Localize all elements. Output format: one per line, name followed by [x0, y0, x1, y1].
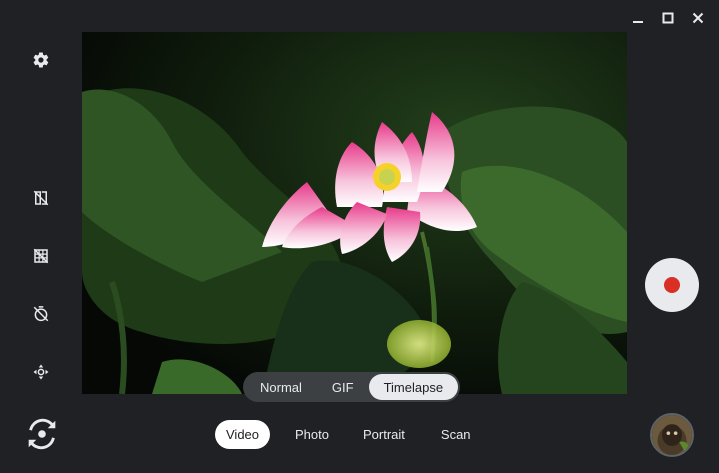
maximize-button[interactable]: [653, 8, 683, 28]
window-controls: [623, 8, 713, 28]
timer-button[interactable]: [31, 304, 51, 324]
switch-camera-icon: [28, 418, 56, 450]
settings-icon: [33, 52, 49, 68]
mode-photo[interactable]: Photo: [284, 420, 340, 449]
grid-button[interactable]: [31, 246, 51, 266]
submode-gif[interactable]: GIF: [317, 374, 369, 400]
minimize-button[interactable]: [623, 8, 653, 28]
submode-selector: Normal GIF Timelapse: [243, 372, 461, 402]
camera-preview: [82, 32, 627, 394]
close-icon: [692, 12, 704, 24]
close-button[interactable]: [683, 8, 713, 28]
mirror-button[interactable]: [31, 188, 51, 208]
maximize-icon: [662, 12, 674, 24]
lotus-scene: [82, 32, 627, 394]
record-button[interactable]: [645, 258, 699, 312]
settings-button[interactable]: [31, 50, 51, 70]
minimize-icon: [633, 21, 643, 23]
timer-icon: [33, 306, 49, 322]
ptz-button[interactable]: [31, 362, 51, 382]
grid-icon: [33, 248, 49, 264]
left-rail: [0, 0, 82, 473]
record-icon: [664, 277, 680, 293]
gallery-button[interactable]: [650, 413, 694, 457]
mode-selector: Video Photo Portrait Scan: [215, 420, 486, 449]
gallery-thumbnail: [652, 415, 692, 455]
submode-normal[interactable]: Normal: [245, 374, 317, 400]
mode-portrait[interactable]: Portrait: [352, 420, 416, 449]
switch-camera-button[interactable]: [22, 414, 62, 454]
mirror-icon: [33, 190, 49, 206]
ptz-icon: [33, 364, 49, 380]
submode-timelapse[interactable]: Timelapse: [368, 374, 459, 400]
mode-video[interactable]: Video: [215, 420, 271, 449]
mode-scan[interactable]: Scan: [430, 420, 482, 449]
